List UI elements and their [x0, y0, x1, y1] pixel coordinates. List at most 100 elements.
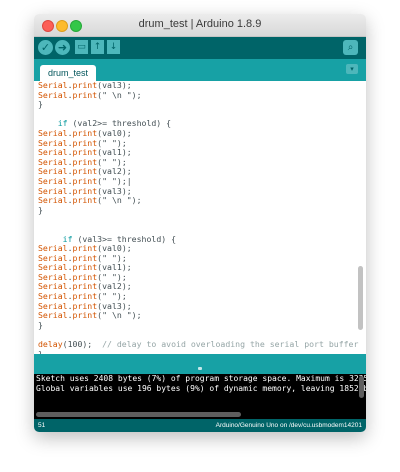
tab-drum-test[interactable]: drum_test — [40, 65, 97, 81]
code-token: } — [38, 99, 43, 110]
console-vertical-scrollbar[interactable] — [359, 376, 364, 398]
code-token: (val0); — [97, 127, 132, 138]
status-bar: 51 Arduino/Genuino Uno on /dev/cu.usbmod… — [34, 419, 366, 432]
code-token: (" \n "); — [97, 310, 142, 321]
code-token: (" "); — [97, 291, 127, 302]
code-token: (val1); — [97, 147, 132, 158]
code-token: (val1); — [97, 262, 132, 273]
console-line: Sketch uses 2408 bytes (7%) of program s… — [36, 374, 366, 383]
code-token: Serial — [38, 147, 68, 158]
code-token: (" "); — [97, 271, 127, 282]
code-token: print — [72, 195, 98, 206]
new-file-icon: ▭ — [77, 42, 86, 52]
code-token: Serial — [38, 262, 68, 273]
code-token: Serial — [38, 281, 68, 292]
checkmark-icon: ✓ — [40, 41, 51, 54]
code-token: print — [72, 89, 98, 100]
arduino-ide-window: drum_test | Arduino 1.8.9 ✓ ➜ ▭ ↑ ↓ ⌕ dr… — [34, 14, 366, 432]
code-token: print — [72, 262, 98, 273]
title-bar: drum_test | Arduino 1.8.9 — [34, 14, 366, 37]
code-token: Serial — [38, 291, 68, 302]
verify-button[interactable]: ✓ — [38, 40, 53, 55]
code-token: (val2); — [97, 166, 132, 177]
new-sketch-button[interactable]: ▭ — [75, 40, 88, 54]
toolbar: ✓ ➜ ▭ ↑ ↓ ⌕ — [34, 37, 366, 59]
code-token: print — [72, 310, 98, 321]
code-token: (" ");| — [97, 175, 132, 186]
code-token: print — [72, 137, 98, 148]
code-token: print — [72, 252, 98, 263]
code-line: } — [38, 99, 358, 110]
code-token: (val3); — [97, 185, 132, 196]
code-token: print — [72, 271, 98, 282]
code-token: print — [72, 185, 98, 196]
code-token: (val2>= threshold) { — [67, 118, 172, 129]
code-token: Serial — [38, 271, 68, 282]
window-title: drum_test | Arduino 1.8.9 — [138, 18, 262, 30]
code-token: print — [72, 166, 98, 177]
code-token: Serial — [38, 195, 68, 206]
resize-grip-icon — [198, 367, 202, 370]
code-token: if — [57, 118, 68, 129]
save-sketch-button[interactable]: ↓ — [107, 40, 120, 54]
code-token: (val3>= threshold) { — [72, 233, 177, 244]
console-output: Sketch uses 2408 bytes (7%) of program s… — [34, 374, 366, 419]
code-token: Serial — [38, 252, 68, 263]
code-text: Serial.print(val3); Serial.print(" \n ");… — [38, 81, 358, 354]
code-token: (" "); — [97, 252, 127, 263]
code-token: Serial — [38, 89, 68, 100]
upload-button[interactable]: ➜ — [55, 40, 70, 55]
code-line: } — [38, 319, 358, 331]
arrow-down-icon: ↓ — [109, 42, 118, 52]
code-line: Serial.print(" \n "); — [38, 310, 358, 321]
code-token: Serial — [38, 156, 68, 167]
code-token: Serial — [38, 243, 68, 254]
open-sketch-button[interactable]: ↑ — [91, 40, 104, 54]
serial-monitor-button[interactable]: ⌕ — [343, 40, 358, 55]
code-token: } — [38, 204, 43, 215]
code-token: Serial — [38, 185, 68, 196]
code-token: Serial — [38, 310, 68, 321]
code-token: (val3); — [97, 300, 132, 311]
code-token: Serial — [38, 137, 68, 148]
code-token: Serial — [38, 166, 68, 177]
code-line: Serial.print(" \n "); — [38, 195, 358, 206]
code-token: print — [72, 127, 98, 138]
code-token: // delay to avoid overloading the serial… — [102, 339, 359, 350]
code-token: (" \n "); — [97, 89, 142, 100]
code-token: print — [72, 281, 98, 292]
chevron-down-icon: ▾ — [350, 65, 354, 73]
code-token: delay — [38, 339, 63, 350]
tab-bar: drum_test ▾ — [34, 59, 366, 81]
code-token: if — [62, 233, 73, 244]
line-number: 51 — [38, 422, 46, 429]
code-token: print — [72, 300, 98, 311]
code-editor[interactable]: Serial.print(val3); Serial.print(" \n ");… — [34, 81, 366, 354]
console-line: Global variables use 196 bytes (9%) of d… — [36, 384, 366, 393]
code-line: } — [38, 204, 358, 216]
code-token: print — [72, 175, 98, 186]
code-token: print — [72, 243, 98, 254]
code-token: print — [72, 156, 98, 167]
code-line: delay(100); // delay to avoid overloadin… — [38, 339, 359, 350]
tab-menu-button[interactable]: ▾ — [346, 64, 358, 74]
arrow-right-icon: ➜ — [57, 41, 68, 54]
magnifier-icon: ⌕ — [347, 42, 354, 53]
code-token: (100); — [62, 339, 103, 350]
code-token: Serial — [38, 175, 68, 186]
board-port-label: Arduino/Genuino Uno on /dev/cu.usbmodem1… — [215, 422, 362, 429]
code-line: Serial.print(" \n "); — [38, 89, 358, 101]
code-token: print — [72, 147, 98, 158]
console-horizontal-scrollbar[interactable] — [36, 412, 241, 417]
code-token: (val0); — [97, 243, 132, 254]
editor-scrollbar[interactable] — [358, 266, 363, 330]
code-token: (val2); — [97, 281, 132, 292]
code-token: Serial — [38, 300, 68, 311]
arrow-up-icon: ↑ — [93, 42, 102, 52]
code-token: (" "); — [97, 156, 127, 167]
code-token: } — [38, 319, 43, 330]
editor-console-divider[interactable] — [34, 354, 366, 374]
